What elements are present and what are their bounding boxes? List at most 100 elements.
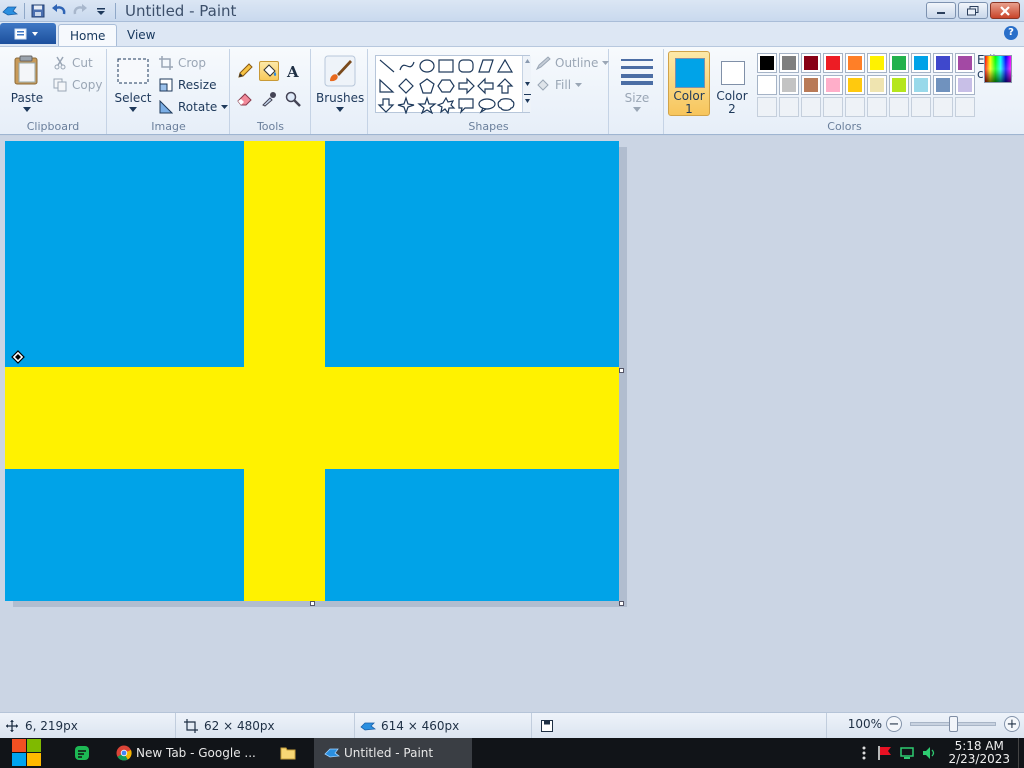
palette-color-1-9[interactable] xyxy=(933,53,953,73)
palette-color-2-1[interactable] xyxy=(757,75,777,95)
help-icon[interactable]: ? xyxy=(1004,26,1018,40)
palette-custom-slot-9[interactable] xyxy=(933,97,953,117)
paste-button[interactable]: Paste xyxy=(6,53,48,113)
quick-access-toolbar xyxy=(0,1,119,21)
edit-colors-button[interactable]: Editcolors xyxy=(977,53,1021,115)
palette-color-1-5[interactable] xyxy=(845,53,865,73)
palette-custom-slot-1[interactable] xyxy=(757,97,777,117)
cut-button[interactable]: Cut xyxy=(52,53,93,73)
outline-button[interactable]: Outline xyxy=(535,53,610,73)
resize-icon xyxy=(158,77,174,93)
size-button[interactable]: Size xyxy=(616,53,658,115)
shapes-scrollbar[interactable] xyxy=(522,56,531,112)
drawing-canvas[interactable] xyxy=(5,141,619,601)
show-desktop-button[interactable] xyxy=(1018,738,1024,768)
tab-home[interactable]: Home xyxy=(58,24,118,46)
palette-custom-slot-8[interactable] xyxy=(911,97,931,117)
paint-app-icon[interactable] xyxy=(0,2,20,20)
palette-color-2-4[interactable] xyxy=(823,75,843,95)
palette-custom-slot-4[interactable] xyxy=(823,97,843,117)
color-picker-tool[interactable] xyxy=(259,89,279,109)
zoom-slider[interactable] xyxy=(910,716,996,732)
palette-custom-slot-5[interactable] xyxy=(845,97,865,117)
palette-custom-slot-6[interactable] xyxy=(867,97,887,117)
customize-qat-icon[interactable] xyxy=(91,2,111,20)
palette-color-1-7[interactable] xyxy=(889,53,909,73)
taskbar-paint[interactable]: Untitled - Paint xyxy=(314,738,472,768)
resize-handle-bottom[interactable] xyxy=(310,601,315,606)
palette-color-2-3[interactable] xyxy=(801,75,821,95)
crop-button[interactable]: Crop xyxy=(158,53,206,73)
color2-button[interactable]: Color 2 xyxy=(711,51,753,116)
text-tool[interactable]: A xyxy=(283,61,303,81)
taskbar-file-explorer[interactable] xyxy=(270,738,306,768)
palette-color-1-1[interactable] xyxy=(757,53,777,73)
disk-icon xyxy=(539,718,555,734)
brushes-button[interactable]: Brushes xyxy=(316,53,364,115)
palette-color-2-9[interactable] xyxy=(933,75,953,95)
window-title: Untitled - Paint xyxy=(125,2,237,20)
selection-size: 62 × 480px xyxy=(204,719,275,733)
color-palette xyxy=(757,53,975,117)
palette-color-2-6[interactable] xyxy=(867,75,887,95)
tools-group: A Tools xyxy=(231,49,311,134)
palette-color-2-10[interactable] xyxy=(955,75,975,95)
canvas-work-area[interactable] xyxy=(0,136,1024,712)
tray-overflow-icon[interactable] xyxy=(854,746,874,760)
resize-handle-right[interactable] xyxy=(619,368,624,373)
rotate-button[interactable]: Rotate xyxy=(158,97,229,117)
fill-button[interactable]: Fill xyxy=(535,75,583,95)
copy-button[interactable]: Copy xyxy=(52,75,102,95)
palette-custom-slot-7[interactable] xyxy=(889,97,909,117)
brushes-label: Brushes xyxy=(316,91,365,105)
fill-with-color-tool[interactable] xyxy=(259,61,279,81)
undo-icon[interactable] xyxy=(49,2,69,20)
save-icon[interactable] xyxy=(28,2,48,20)
palette-color-1-10[interactable] xyxy=(955,53,975,73)
folder-icon xyxy=(280,747,296,760)
palette-color-1-8[interactable] xyxy=(911,53,931,73)
eraser-tool[interactable] xyxy=(235,89,255,109)
palette-color-1-3[interactable] xyxy=(801,53,821,73)
palette-color-2-5[interactable] xyxy=(845,75,865,95)
start-button[interactable] xyxy=(10,738,44,768)
restore-button[interactable] xyxy=(958,2,988,19)
fill-bucket-icon xyxy=(535,77,551,93)
resize-button[interactable]: Resize xyxy=(158,75,216,95)
selection-size-icon xyxy=(183,718,199,734)
redo-icon[interactable] xyxy=(70,2,90,20)
palette-custom-slot-2[interactable] xyxy=(779,97,799,117)
tab-view[interactable]: View xyxy=(116,24,166,46)
minimize-button[interactable] xyxy=(926,2,956,19)
taskbar-app-green[interactable] xyxy=(64,738,100,768)
color1-button[interactable]: Color 1 xyxy=(668,51,710,116)
close-button[interactable] xyxy=(990,2,1020,19)
taskbar-clock[interactable]: 5:18 AM 2/23/2023 xyxy=(940,740,1018,766)
color2-label-line2: 2 xyxy=(728,102,736,116)
palette-color-2-7[interactable] xyxy=(889,75,909,95)
color1-label-line1: Color xyxy=(673,89,705,103)
action-center-flag-icon[interactable] xyxy=(874,745,896,761)
paint-menu-button[interactable] xyxy=(0,23,56,44)
palette-custom-slot-3[interactable] xyxy=(801,97,821,117)
resize-handle-corner[interactable] xyxy=(619,601,624,606)
palette-color-1-2[interactable] xyxy=(779,53,799,73)
network-icon[interactable] xyxy=(896,745,918,761)
magnifier-tool[interactable] xyxy=(283,89,303,109)
pencil-tool[interactable] xyxy=(235,61,255,81)
palette-color-1-4[interactable] xyxy=(823,53,843,73)
palette-color-2-2[interactable] xyxy=(779,75,799,95)
selection-size-panel: 62 × 480px xyxy=(177,713,355,739)
zoom-level: 100% xyxy=(847,717,882,731)
palette-color-2-8[interactable] xyxy=(911,75,931,95)
zoom-out-button[interactable]: − xyxy=(886,716,902,732)
color1-swatch xyxy=(675,58,705,88)
select-button[interactable]: Select xyxy=(114,53,152,113)
volume-icon[interactable] xyxy=(918,745,940,761)
zoom-slider-thumb[interactable] xyxy=(949,716,958,732)
palette-custom-slot-10[interactable] xyxy=(955,97,975,117)
palette-color-1-6[interactable] xyxy=(867,53,887,73)
zoom-in-button[interactable]: + xyxy=(1004,716,1020,732)
color2-swatch xyxy=(721,61,745,85)
status-bar: 6, 219px 62 × 480px 614 × 460px 100% − + xyxy=(0,712,1024,739)
